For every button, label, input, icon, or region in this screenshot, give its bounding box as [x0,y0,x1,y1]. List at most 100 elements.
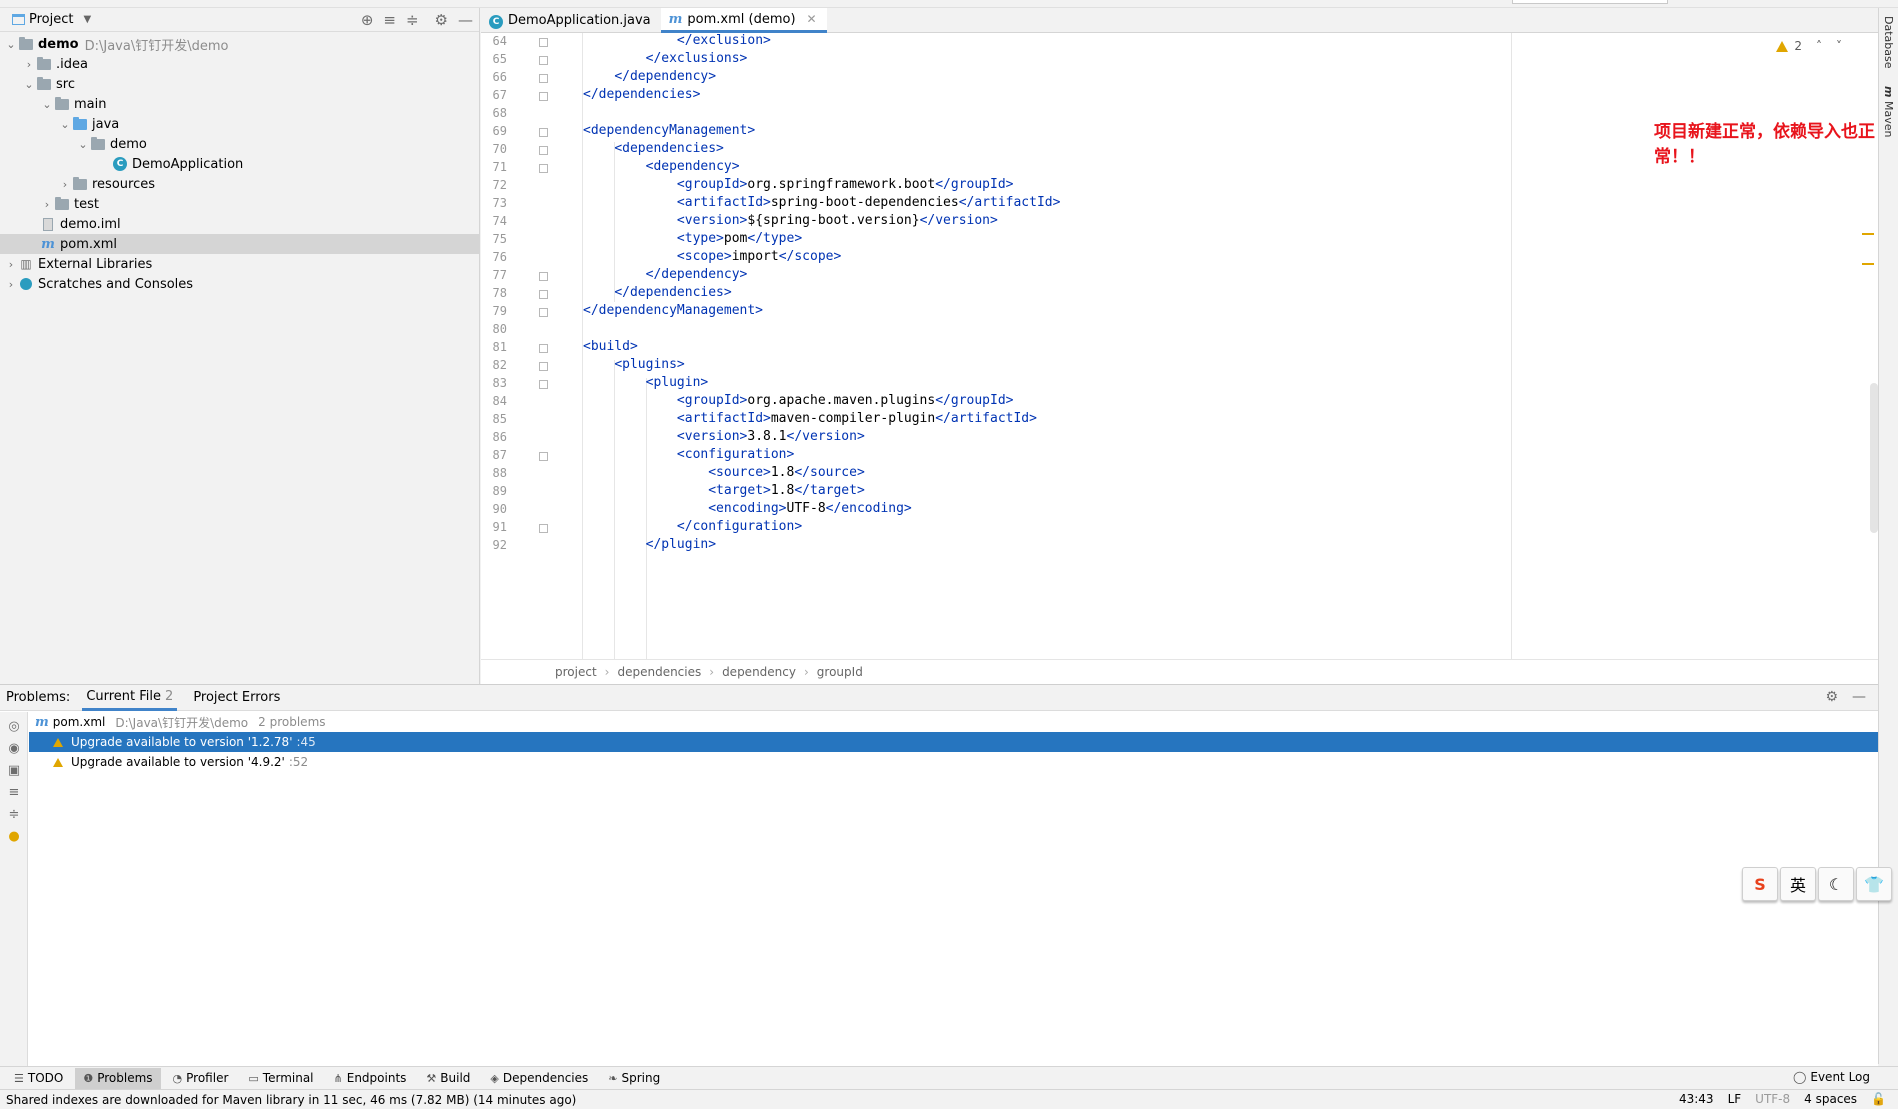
fold-marker[interactable] [539,38,548,47]
breadcrumb-item[interactable]: dependency [722,665,796,679]
search-field[interactable] [1512,0,1668,4]
warning-stripe[interactable] [1862,233,1874,235]
moon-icon[interactable]: ☾ [1818,867,1854,901]
fold-marker[interactable] [539,452,548,461]
minimize-icon[interactable]: — [458,11,473,29]
endpoints-tool-button[interactable]: ⋔ Endpoints [326,1068,415,1089]
gear-icon[interactable]: ⚙ [1825,689,1838,705]
tab-pom-xml[interactable]: m pom.xml (demo) ✕ [660,8,827,33]
tree-item-external-libraries[interactable]: › ▥ External Libraries [0,254,480,274]
minimize-icon[interactable]: — [1852,689,1866,705]
fold-marker[interactable] [539,524,548,533]
chevron-right-icon[interactable]: › [58,178,72,191]
caret-position[interactable]: 43:43 [1679,1092,1714,1106]
fold-marker[interactable] [539,362,548,371]
fold-marker[interactable] [539,344,548,353]
status-message[interactable]: Shared indexes are downloaded for Maven … [6,1093,576,1107]
fold-marker[interactable] [539,290,548,299]
tree-item-idea[interactable]: › .idea [0,54,480,74]
problem-row[interactable]: Upgrade available to version '4.9.2' :52 [29,752,1878,772]
locate-icon[interactable]: ⊕ [361,11,374,29]
ime-logo-icon[interactable]: S [1742,867,1778,901]
chevron-right-icon[interactable]: › [4,258,18,271]
gear-icon[interactable]: ⚙ [435,11,448,29]
expand-all-icon[interactable]: ≡ [383,11,396,29]
ime-language-toggle[interactable]: 英 [1780,867,1816,901]
chevron-right-icon[interactable]: › [22,58,36,71]
code-editor[interactable]: 64 65 66 67 68 69 70 71 72 73 74 75 76 7… [481,33,1878,659]
fold-marker[interactable] [539,56,548,65]
spring-tool-button[interactable]: ❧ Spring [600,1068,668,1089]
tree-item-demo-iml[interactable]: demo.iml [0,214,480,234]
database-tool-button[interactable]: Database [1882,16,1895,69]
lightbulb-icon[interactable]: ● [7,830,21,844]
chevron-up-icon[interactable]: ˄ [1816,39,1822,53]
project-view-selector[interactable]: Project ▼ [12,12,91,27]
fold-marker[interactable] [539,74,548,83]
tab-demoapplication-java[interactable]: C DemoApplication.java [481,8,661,33]
fold-marker[interactable] [539,146,548,155]
fold-marker[interactable] [539,308,548,317]
fold-marker[interactable] [539,92,548,101]
collapse-all-icon[interactable]: ≑ [406,11,419,29]
chevron-down-icon[interactable]: ⌄ [4,38,18,51]
problem-file-row[interactable]: m pom.xml D:\Java\钉钉开发\demo 2 problems [29,712,1878,732]
chevron-right-icon[interactable]: › [40,198,54,211]
tab-label: Current File [86,688,162,704]
breadcrumb-item[interactable]: dependencies [617,665,701,679]
chevron-down-icon[interactable]: ˅ [1836,39,1842,53]
tree-item-demo[interactable]: ⌄ demo D:\Java\钉钉开发\demo [0,34,480,54]
lock-icon[interactable]: 🔓 [1871,1092,1886,1106]
build-tool-button[interactable]: ⚒ Build [418,1068,478,1089]
problem-row[interactable]: Upgrade available to version '1.2.78' :4… [29,732,1878,752]
problems-tool-button[interactable]: ❶ Problems [75,1067,161,1089]
inspection-widget[interactable]: 2 ˄ ˅ [1776,39,1842,53]
tree-item-demo-package[interactable]: ⌄ demo [0,134,480,154]
chevron-down-icon[interactable]: ⌄ [40,98,54,111]
chevron-down-icon[interactable]: ⌄ [22,78,36,91]
tree-item-main[interactable]: ⌄ main [0,94,480,114]
problems-label: Problems: [6,690,71,705]
file-encoding[interactable]: UTF-8 [1755,1092,1790,1106]
autoscroll-icon[interactable]: ◎ [7,720,21,734]
line-separator[interactable]: LF [1728,1092,1742,1106]
warning-stripe[interactable] [1862,263,1874,265]
tab-project-errors[interactable]: Project Errors [189,685,284,711]
eye-icon[interactable]: ◉ [7,742,21,756]
tree-item-src[interactable]: ⌄ src [0,74,480,94]
chevron-down-icon[interactable]: ⌄ [76,138,90,151]
profiler-tool-button[interactable]: ◔ Profiler [165,1068,237,1089]
tree-item-test[interactable]: › test [0,194,480,214]
breadcrumb-item[interactable]: project [555,665,597,679]
dependencies-tool-button[interactable]: ◈ Dependencies [482,1068,596,1089]
tree-item-pom-xml[interactable]: m pom.xml [0,234,480,254]
event-log-button[interactable]: ◯ Event Log [1793,1070,1870,1084]
editor-scrollbar[interactable] [1870,383,1878,533]
shirt-icon[interactable]: 👕 [1856,867,1892,901]
terminal-tool-button[interactable]: ▭ Terminal [240,1068,321,1089]
breadcrumb-item[interactable]: groupId [817,665,863,679]
chevron-down-icon[interactable]: ⌄ [58,118,72,131]
preview-icon[interactable]: ▣ [7,764,21,778]
collapse-all-icon[interactable]: ≑ [7,808,21,822]
fold-marker[interactable] [539,164,548,173]
fold-marker[interactable] [539,380,548,389]
tree-item-label: java [92,116,120,132]
line-number: 71 [492,160,507,174]
code-line: </exclusion> [676,33,771,48]
line-number: 90 [492,502,507,516]
fold-marker[interactable] [539,272,548,281]
indent-setting[interactable]: 4 spaces [1804,1092,1857,1106]
expand-all-icon[interactable]: ≡ [7,786,21,800]
todo-tool-button[interactable]: ☰ TODO [6,1068,71,1089]
fold-marker[interactable] [539,128,548,137]
close-icon[interactable]: ✕ [807,12,817,26]
tree-item-java[interactable]: ⌄ java [0,114,480,134]
tree-item-demoapplication[interactable]: C DemoApplication [0,154,480,174]
tree-item-scratches[interactable]: › Scratches and Consoles [0,274,480,294]
chevron-right-icon[interactable]: › [4,278,18,291]
tree-item-resources[interactable]: › resources [0,174,480,194]
maven-tool-button[interactable]: m Maven [1882,86,1895,137]
problem-line: :52 [288,755,309,769]
tab-current-file[interactable]: Current File 2 [82,685,178,711]
